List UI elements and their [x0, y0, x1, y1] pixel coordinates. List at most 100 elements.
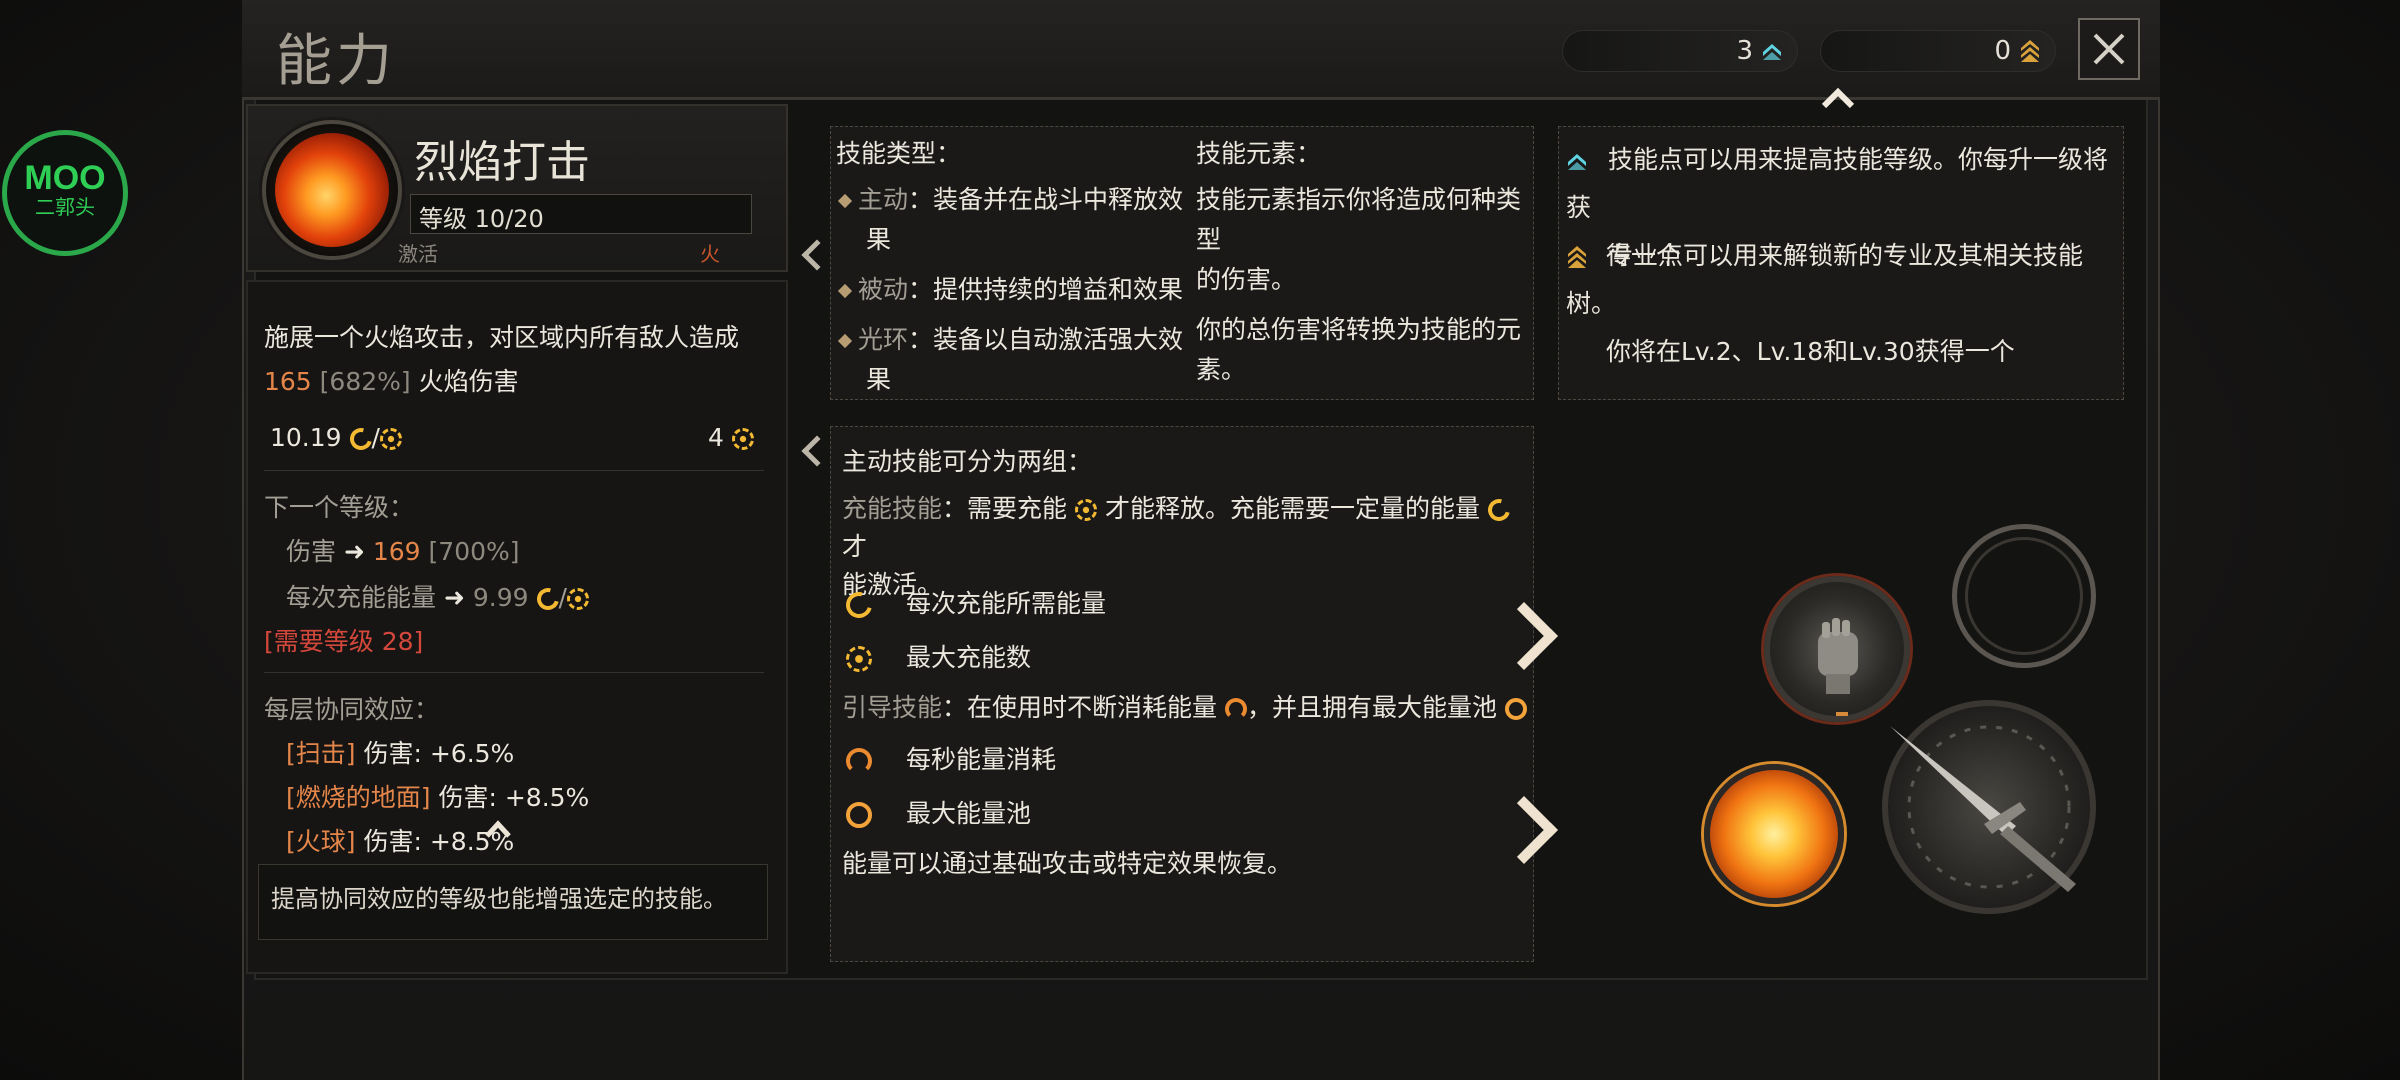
element-desc: 技能元素指示你将造成何种类型 的伤害。 你的总伤害将转换为技能的元 素。 [1196, 180, 1536, 390]
close-icon [2093, 33, 2125, 65]
energy-per-second-label: 每秒能量消耗 [905, 745, 1056, 774]
energy-icon [1483, 494, 1514, 526]
weapon-skill-slot[interactable] [1882, 700, 2096, 914]
skill-type-title: 技能类型： [836, 139, 962, 168]
next-energy-label: 每次充能能量 [286, 583, 437, 612]
groups-intro: 主动技能可分为两组： [842, 447, 1093, 476]
aura-type-row: 光环：装备以自动激活强大效 果 [837, 320, 1184, 400]
charge-icon [566, 588, 589, 610]
energy-per-second-row: 每秒能量消耗 [846, 738, 1056, 782]
scroll-up-icon[interactable] [484, 818, 512, 840]
arrow-right-icon: ➜ [343, 537, 365, 566]
next-damage-row: 伤害 ➜ 169 [700%] [286, 530, 520, 574]
energy-drain-icon [846, 748, 872, 774]
max-energy-pool-label: 最大能量池 [905, 799, 1031, 828]
passive-type-row: 被动：提供持续的增益和效果 [837, 270, 1184, 310]
close-button[interactable] [2078, 18, 2140, 80]
bullet-icon [837, 333, 853, 349]
channel-desc-a: ：在使用时不断消耗能量 [942, 693, 1218, 722]
active-desc-cont: 果 [866, 225, 892, 254]
energy-icon [841, 587, 877, 623]
energy-pool-icon [1504, 698, 1527, 720]
arrow-right-icon: ➜ [443, 583, 465, 612]
synergy-row[interactable]: [燃烧的地面] 伤害: +8.5% [286, 776, 589, 820]
passive-desc: ：提供持续的增益和效果 [908, 275, 1184, 304]
synergy-value: 伤害: +6.5% [363, 739, 515, 768]
fire-strike-skill-slot[interactable] [1704, 764, 1844, 904]
dagger-icon [1890, 725, 2076, 892]
next-level-label: 下一个等级： [264, 493, 415, 522]
watermark-bottom: 二郭头 [35, 195, 95, 219]
synergy-tip: 提高协同效应的等级也能增强选定的技能。 [258, 864, 768, 940]
energy-drain-icon [1224, 698, 1247, 720]
watermark-top: MOO [24, 159, 106, 197]
damage-type: 火焰伤害 [418, 367, 519, 396]
skill-point-icon [1763, 44, 1781, 60]
synergy-row[interactable]: [火球] 伤害: +8.5% [286, 820, 514, 864]
element-desc-line: 的伤害。 [1196, 265, 1297, 294]
divider [264, 470, 764, 471]
skill-tag-activation: 激活 [398, 242, 438, 266]
element-desc-line: 你的总伤害将转换为技能的元 [1196, 315, 1522, 344]
charge-icon [846, 646, 872, 672]
energy-recover-note: 能量可以通过基础攻击或特定效果恢复。 [842, 849, 1293, 878]
bullet-icon [837, 283, 853, 299]
skill-description-line2: 165 [682%] 火焰伤害 [264, 360, 764, 404]
charge-desc-c: 才 [842, 532, 868, 561]
charge-icon [1074, 499, 1097, 521]
active-desc: ：装备并在战斗中释放效 [908, 185, 1184, 214]
empty-skill-slot[interactable] [1952, 524, 2096, 668]
fire-strike-skill-icon [275, 133, 389, 247]
damage-value: 165 [264, 367, 312, 396]
synergy-skill-name: [燃烧的地面] [286, 783, 431, 812]
energy-icon [532, 583, 563, 615]
max-charges-legend-row: 最大充能数 [846, 636, 1031, 680]
element-desc-line: 技能元素指示你将造成何种类型 [1196, 185, 1522, 254]
passive-label: 被动 [858, 275, 909, 304]
charge-skill-title: 充能技能 [842, 494, 943, 523]
charge-desc-b: 才能释放。充能需要一定量的能量 [1104, 494, 1480, 523]
synergy-skill-name: [火球] [286, 827, 356, 856]
spec-point-icon [1568, 246, 1586, 268]
max-charges-row: 4 [708, 416, 754, 460]
channel-desc-b: ，并且拥有最大能量池 [1246, 693, 1497, 722]
page-title: 能力 [276, 29, 396, 94]
energy-per-charge-label: 每次充能所需能量 [905, 589, 1106, 618]
next-energy-row: 每次充能能量 ➜ 9.99 / [286, 576, 589, 620]
synergy-value: 伤害: +8.5% [438, 783, 590, 812]
damage-percent: [682%] [319, 367, 411, 396]
max-charges-value: 4 [708, 423, 724, 452]
collapse-up-icon[interactable] [1820, 86, 1856, 110]
bullet-icon [837, 193, 853, 209]
charge-icon [731, 428, 754, 450]
spec-points-value: 0 [1994, 36, 2011, 66]
next-damage-label: 伤害 [286, 537, 337, 566]
skill-level: 等级 10/20 [410, 194, 752, 234]
skill-name: 烈焰打击 [414, 137, 590, 188]
next-damage-value: 169 [372, 537, 421, 566]
next-energy-value: 9.99 [472, 583, 529, 612]
element-desc-line: 素。 [1196, 355, 1247, 384]
synergy-row[interactable]: [扫击] 伤害: +6.5% [286, 732, 514, 776]
max-charges-label: 最大充能数 [905, 643, 1031, 672]
spec-point-icon [2021, 40, 2039, 62]
active-type-row: 主动：装备并在战斗中释放效 果 [837, 180, 1184, 260]
skill-description-line1: 施展一个火焰攻击，对区域内所有敌人造成 [264, 323, 740, 352]
synergy-skill-name: [扫击] [286, 739, 356, 768]
spec-point-info: 专业点可以用来解锁新的专业及其相关技能树。 你将在Lv.2、Lv.18和Lv.3… [1566, 232, 2122, 376]
fist-icon [1818, 618, 1858, 694]
aura-label: 光环 [858, 325, 909, 354]
aura-desc: ：装备以自动激活强大效 [908, 325, 1184, 354]
element-title: 技能元素： [1196, 139, 1322, 168]
divider [264, 672, 764, 673]
channel-skill-desc: 引导技能：在使用时不断消耗能量 ，并且拥有最大能量池 [842, 686, 1532, 730]
required-level: [需要等级 28] [264, 627, 424, 656]
fist-skill-slot[interactable] [1764, 576, 1910, 722]
fist-slot-indicator [1836, 712, 1848, 716]
skill-points-value: 3 [1736, 36, 1753, 66]
channel-skill-title: 引导技能 [842, 693, 943, 722]
spec-point-text: 专业点可以用来解锁新的专业及其相关技能树。 [1566, 241, 2083, 318]
synergy-label: 每层协同效应： [264, 695, 440, 724]
max-energy-pool-row: 最大能量池 [846, 792, 1031, 836]
watermark-logo: MOO 二郭头 [2, 130, 128, 256]
